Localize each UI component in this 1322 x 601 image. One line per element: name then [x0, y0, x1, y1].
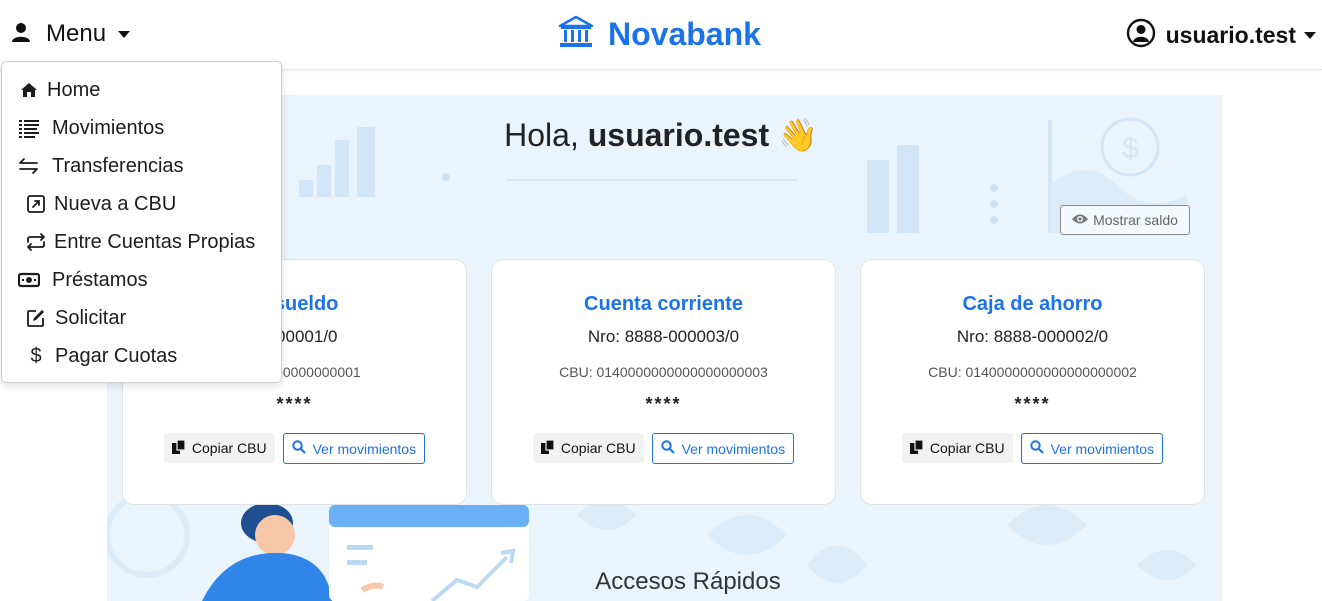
- menu-item-label: Nueva a CBU: [54, 192, 177, 215]
- home-icon: [17, 78, 41, 102]
- menu-label: Menu: [46, 20, 107, 47]
- show-balance-button[interactable]: Mostrar saldo: [1060, 205, 1190, 235]
- menu-item-label: Movimientos: [52, 116, 165, 139]
- menu-item-label: Pagar Cuotas: [55, 344, 178, 367]
- menu-item-nueva-cbu[interactable]: Nueva a CBU: [24, 189, 176, 219]
- chevron-down-icon: [1304, 31, 1316, 39]
- view-movements-button[interactable]: Ver movimientos: [1020, 433, 1164, 464]
- menu-item-prestamos[interactable]: Préstamos: [17, 265, 148, 295]
- account-cbu: CBU: 0140000000000000000003: [559, 364, 768, 380]
- transfer-arrows-icon: [17, 154, 41, 178]
- view-movements-label: Ver movimientos: [681, 440, 786, 457]
- external-link-box-icon: [24, 192, 48, 216]
- copy-icon: [909, 438, 924, 457]
- account-actions: Copiar CBU Ver movimientos: [123, 433, 466, 464]
- search-icon: [1029, 440, 1044, 457]
- copy-cbu-label: Copiar CBU: [929, 440, 1005, 456]
- view-movements-button[interactable]: Ver movimientos: [282, 433, 426, 464]
- search-icon: [291, 440, 306, 457]
- main-menu-dropdown: Home Movimientos Transferencias Nueva a …: [1, 61, 282, 383]
- account-title: Cuenta corriente: [584, 293, 743, 315]
- repeat-arrows-icon: [24, 230, 48, 254]
- account-card-ahorro: Caja de ahorro Nro: 8888-000002/0 CBU: 0…: [860, 259, 1205, 505]
- greeting-prefix: Hola,: [504, 117, 579, 153]
- account-balance: ****: [276, 394, 313, 414]
- bank-icon: [558, 15, 594, 54]
- account-title: Caja de ahorro: [962, 293, 1103, 315]
- account-circle-icon: [1126, 18, 1156, 53]
- view-movements-button[interactable]: Ver movimientos: [651, 433, 795, 464]
- menu-item-label: Transferencias: [52, 154, 184, 177]
- quick-access-title: Accesos Rápidos: [595, 568, 781, 595]
- menu-item-solicitar[interactable]: Solicitar: [24, 303, 126, 333]
- user-menu-toggle[interactable]: usuario.test: [1126, 18, 1316, 52]
- menu-item-movimientos[interactable]: Movimientos: [17, 113, 164, 143]
- account-actions: Copiar CBU Ver movimientos: [492, 433, 835, 464]
- menu-toggle[interactable]: Menu: [10, 17, 131, 51]
- view-movements-label: Ver movimientos: [1050, 440, 1155, 457]
- edit-icon: [24, 306, 48, 330]
- view-movements-label: Ver movimientos: [312, 440, 417, 457]
- list-icon: [17, 116, 41, 140]
- cash-icon: [17, 268, 41, 292]
- menu-item-home[interactable]: Home: [17, 75, 100, 105]
- show-balance-label: Mostrar saldo: [1093, 212, 1178, 228]
- account-balance: ****: [645, 394, 682, 414]
- menu-item-entre-cuentas[interactable]: Entre Cuentas Propias: [24, 227, 255, 257]
- menu-item-transferencias[interactable]: Transferencias: [17, 151, 184, 181]
- menu-item-label: Solicitar: [55, 306, 127, 329]
- account-actions: Copiar CBU Ver movimientos: [861, 433, 1204, 464]
- account-number: Nro: 8888-000003/0: [587, 327, 740, 346]
- menu-item-label: Préstamos: [52, 268, 148, 291]
- account-number: Nro: 8888-000002/0: [956, 327, 1109, 346]
- copy-cbu-button[interactable]: Copiar CBU: [163, 433, 275, 463]
- account-balance: ****: [1014, 394, 1051, 414]
- brand-logo[interactable]: Novabank: [558, 14, 761, 54]
- copy-cbu-button[interactable]: Copiar CBU: [532, 433, 644, 463]
- copy-cbu-label: Copiar CBU: [191, 440, 267, 456]
- username-label: usuario.test: [1165, 21, 1296, 48]
- top-navbar: Menu Novabank usuario.test: [0, 0, 1322, 70]
- account-cbu: CBU: 0140000000000000000002: [928, 364, 1137, 380]
- copy-icon: [540, 438, 555, 457]
- greeting-username: usuario.test: [587, 117, 770, 153]
- menu-item-label: Home: [47, 78, 101, 101]
- account-card-corriente: Cuenta corriente Nro: 8888-000003/0 CBU:…: [491, 259, 836, 505]
- menu-item-pagar-cuotas[interactable]: $ Pagar Cuotas: [24, 341, 177, 371]
- eye-icon: [1072, 212, 1089, 228]
- copy-cbu-label: Copiar CBU: [560, 440, 636, 456]
- brand-name: Novabank: [608, 15, 761, 52]
- search-icon: [660, 440, 675, 457]
- copy-icon: [171, 438, 186, 457]
- copy-cbu-button[interactable]: Copiar CBU: [901, 433, 1013, 463]
- chevron-down-icon: [118, 30, 131, 38]
- dollar-icon: $: [30, 344, 42, 367]
- menu-item-label: Entre Cuentas Propias: [54, 230, 256, 253]
- user-icon: [10, 21, 32, 48]
- waving-hand-icon: 👋: [778, 117, 818, 153]
